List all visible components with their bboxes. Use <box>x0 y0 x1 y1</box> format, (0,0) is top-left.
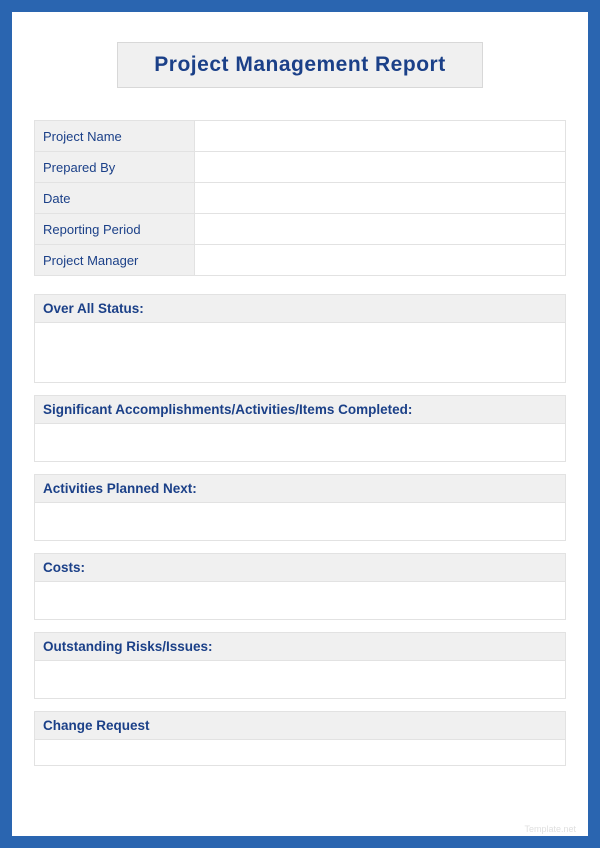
section-header-planned-next: Activities Planned Next: <box>34 474 566 503</box>
value-date[interactable] <box>195 183 566 214</box>
label-project-name: Project Name <box>35 121 195 152</box>
label-project-manager: Project Manager <box>35 245 195 276</box>
section-header-costs: Costs: <box>34 553 566 582</box>
watermark-text: Template.net <box>524 824 576 834</box>
project-info-table: Project Name Prepared By Date Reporting … <box>34 120 566 276</box>
title-container: Project Management Report <box>34 42 566 88</box>
label-prepared-by: Prepared By <box>35 152 195 183</box>
table-row: Reporting Period <box>35 214 566 245</box>
table-row: Date <box>35 183 566 214</box>
table-row: Project Name <box>35 121 566 152</box>
value-prepared-by[interactable] <box>195 152 566 183</box>
section-body-overall-status[interactable] <box>34 323 566 383</box>
value-project-name[interactable] <box>195 121 566 152</box>
section-header-change-request: Change Request <box>34 711 566 740</box>
section-body-costs[interactable] <box>34 582 566 620</box>
section-body-planned-next[interactable] <box>34 503 566 541</box>
section-header-accomplishments: Significant Accomplishments/Activities/I… <box>34 395 566 424</box>
section-header-overall-status: Over All Status: <box>34 294 566 323</box>
value-reporting-period[interactable] <box>195 214 566 245</box>
label-date: Date <box>35 183 195 214</box>
value-project-manager[interactable] <box>195 245 566 276</box>
section-body-accomplishments[interactable] <box>34 424 566 462</box>
table-row: Project Manager <box>35 245 566 276</box>
table-row: Prepared By <box>35 152 566 183</box>
section-header-risks: Outstanding Risks/Issues: <box>34 632 566 661</box>
section-body-change-request[interactable] <box>34 740 566 766</box>
report-title: Project Management Report <box>117 42 482 88</box>
section-body-risks[interactable] <box>34 661 566 699</box>
label-reporting-period: Reporting Period <box>35 214 195 245</box>
page-frame: Project Management Report Project Name P… <box>0 0 600 848</box>
